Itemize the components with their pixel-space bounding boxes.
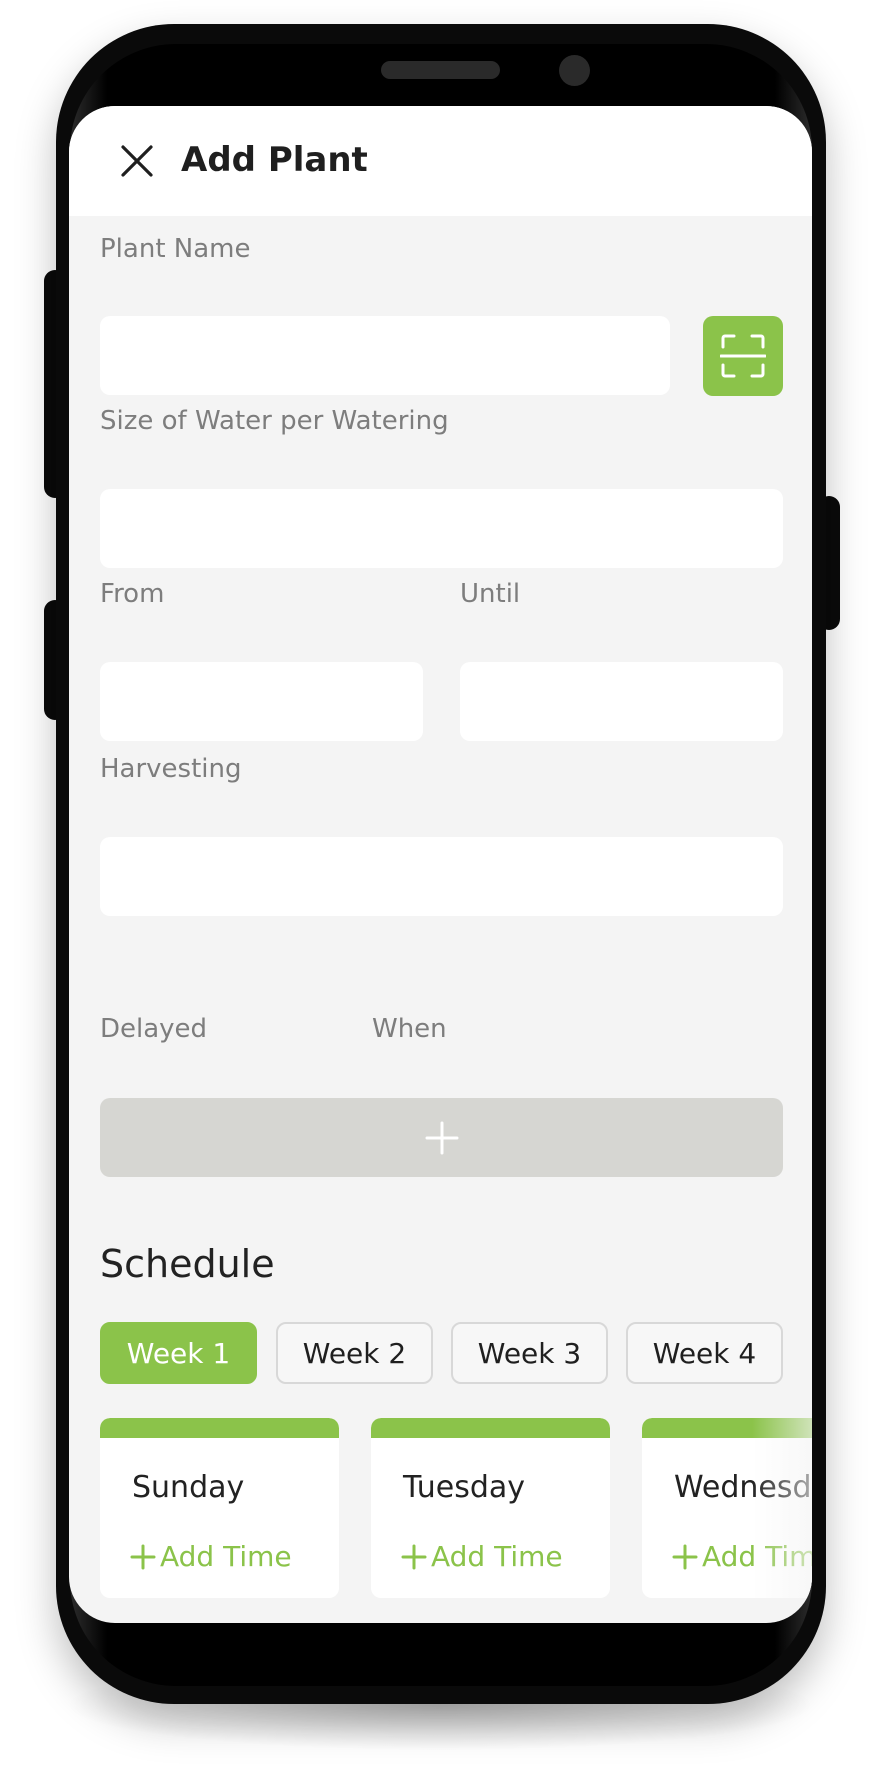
plant-name-label: Plant Name	[100, 234, 251, 264]
day-name: Tuesday	[403, 1470, 526, 1505]
from-input[interactable]	[100, 662, 423, 741]
schedule-title: Schedule	[100, 1242, 275, 1286]
day-card-accent-bar	[100, 1418, 339, 1438]
week-1-tab[interactable]: Week 1	[100, 1322, 257, 1384]
add-time-button[interactable]: Add Time	[401, 1540, 563, 1573]
week-3-tab[interactable]: Week 3	[451, 1322, 608, 1384]
until-input[interactable]	[460, 662, 783, 741]
phone-speaker	[381, 61, 500, 79]
scan-icon	[720, 334, 766, 378]
when-label: When	[372, 1014, 447, 1044]
add-delay-button[interactable]	[100, 1098, 783, 1177]
add-time-label: Add Time	[160, 1540, 292, 1573]
front-camera	[559, 55, 590, 86]
plus-icon	[130, 1544, 156, 1569]
plus-icon	[672, 1544, 698, 1569]
add-plant-screen: Add Plant Plant Name Size of Water per W…	[69, 106, 812, 1623]
add-time-label: Add Time	[431, 1540, 563, 1573]
week-4-tab[interactable]: Week 4	[626, 1322, 783, 1384]
scan-button[interactable]	[703, 316, 783, 396]
harvesting-input[interactable]	[100, 837, 783, 916]
page-title: Add Plant	[181, 140, 368, 180]
plus-icon	[401, 1544, 427, 1569]
plus-icon	[425, 1121, 458, 1154]
app-header: Add Plant	[69, 106, 812, 216]
week-2-tab[interactable]: Week 2	[276, 1322, 433, 1384]
add-time-button[interactable]: Add Time	[130, 1540, 292, 1573]
harvesting-label: Harvesting	[100, 754, 242, 784]
day-name: Sunday	[132, 1470, 245, 1505]
water-size-input[interactable]	[100, 489, 783, 568]
day-card-sunday: Sunday Add Time	[100, 1418, 339, 1598]
scroll-fade-overlay	[752, 1406, 812, 1623]
plant-name-input[interactable]	[100, 316, 670, 395]
delayed-label: Delayed	[100, 1014, 208, 1044]
until-label: Until	[460, 579, 521, 609]
day-card-accent-bar	[371, 1418, 610, 1438]
from-label: From	[100, 579, 165, 609]
water-size-label: Size of Water per Watering	[100, 406, 449, 436]
day-card-tuesday: Tuesday Add Time	[371, 1418, 610, 1598]
close-icon[interactable]	[119, 143, 155, 179]
